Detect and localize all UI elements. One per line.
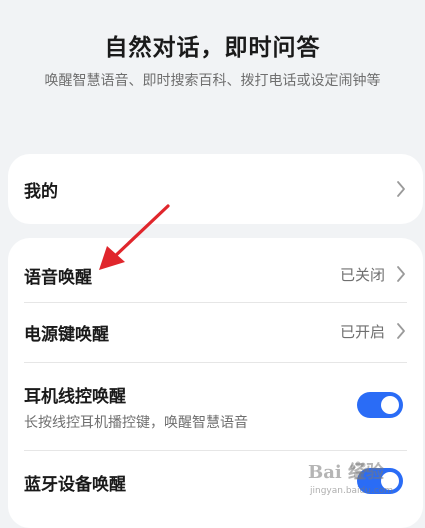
page-title: 自然对话，即时问答 (104, 35, 321, 61)
power-key-wake-row[interactable]: 电源键唤醒 已开启 (8, 302, 423, 362)
mine-card: 我的 (8, 154, 423, 224)
watermark-text: Bai 经验 (308, 462, 384, 483)
mine-row[interactable]: 我的 (8, 154, 423, 224)
earphone-wake-row: 耳机线控唤醒 长按线控耳机播控键，唤醒智慧语音 (8, 362, 423, 450)
power-key-wake-status: 已开启 (339, 323, 385, 341)
voice-wake-status: 已关闭 (339, 266, 385, 284)
chevron-right-icon (397, 323, 405, 339)
page-subtitle: 唤醒智慧语音、即时搜索百科、拨打电话或设定闹钟等 (44, 73, 381, 89)
chevron-right-icon (397, 181, 405, 197)
paw-icon (350, 461, 369, 480)
bluetooth-wake-label: 蓝牙设备唤醒 (24, 475, 126, 495)
watermark-url: jingyan.baidu.com (310, 486, 394, 496)
earphone-wake-toggle[interactable] (357, 392, 403, 418)
mine-label: 我的 (24, 182, 58, 202)
baidu-watermark: Bai 经验 jingyan.baidu.com (290, 458, 410, 508)
toggle-knob (381, 396, 399, 414)
earphone-wake-description: 长按线控耳机播控键，唤醒智慧语音 (24, 415, 248, 431)
voice-wake-label: 语音唤醒 (24, 268, 92, 288)
power-key-wake-label: 电源键唤醒 (24, 325, 109, 345)
chevron-right-icon (397, 266, 405, 282)
earphone-wake-label: 耳机线控唤醒 (24, 387, 126, 407)
voice-wake-row[interactable]: 语音唤醒 已关闭 (8, 238, 423, 302)
